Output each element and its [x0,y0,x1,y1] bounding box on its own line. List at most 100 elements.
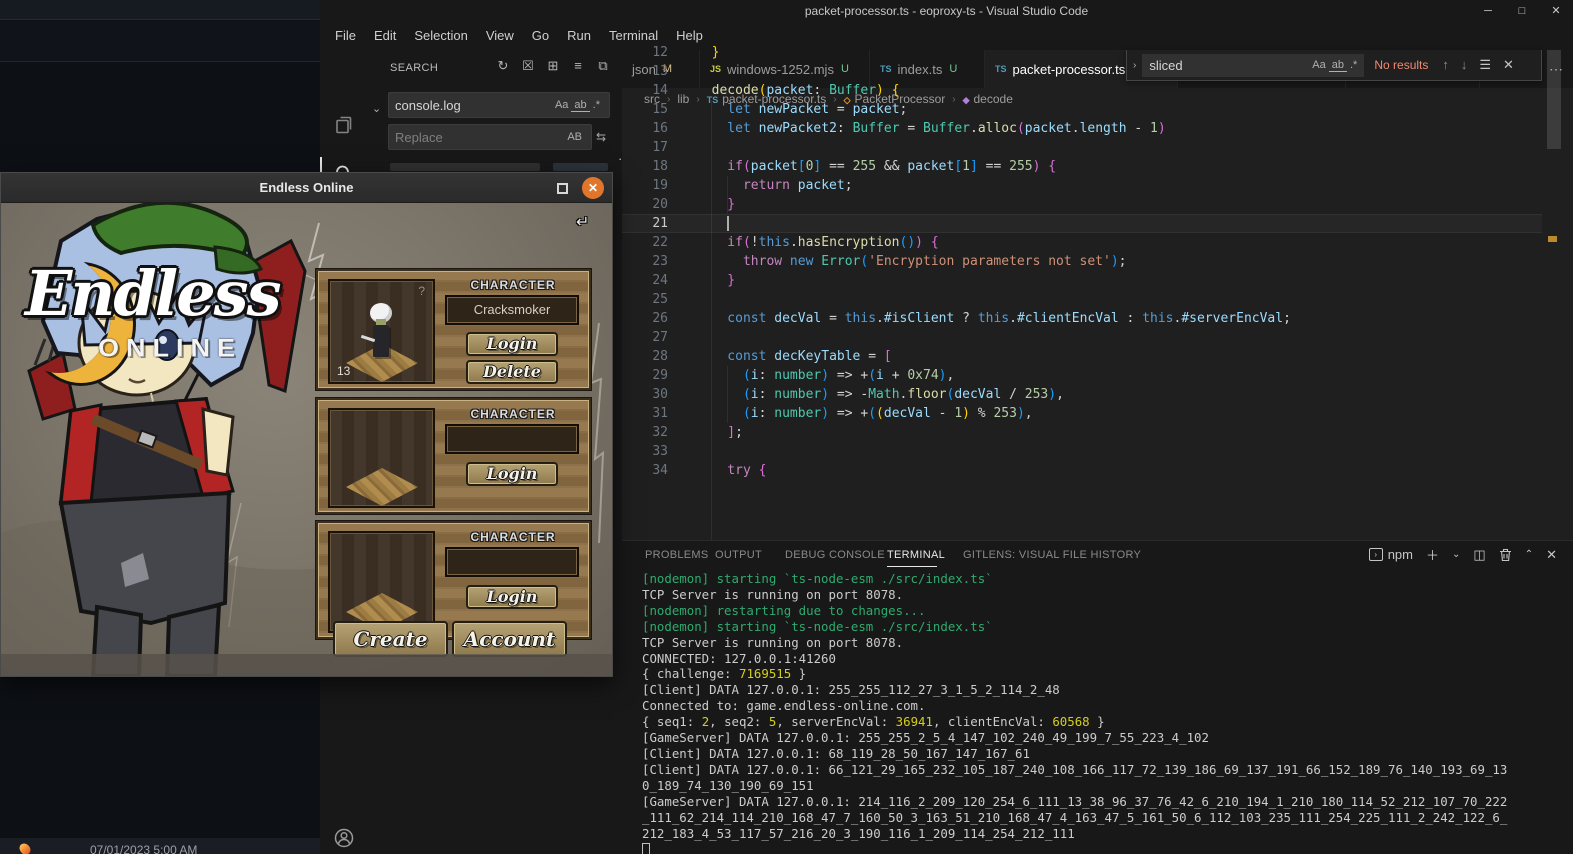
menu-view[interactable]: View [477,22,523,50]
token: packet [907,159,954,174]
token: packet [798,178,845,193]
token: i [751,406,759,421]
close-panel-icon[interactable]: ✕ [1546,547,1557,563]
terminal-line: [nodemon] starting `ts-node-esm ./src/in… [642,571,1510,587]
panel-tab-terminal[interactable]: TERMINAL [887,549,945,561]
menu-go[interactable]: Go [523,22,558,50]
token: ) [1158,121,1166,136]
code-line: 25 [622,290,1573,309]
code-text: ]; [696,423,743,442]
character-name-field[interactable]: Cracksmoker [445,295,579,325]
open-new-search-editor-icon[interactable]: ⊞ [544,58,562,74]
character-hint: ? [418,284,425,298]
maximize-button[interactable]: □ [1505,0,1539,22]
replace-all-icon[interactable]: ⇆ [596,130,606,144]
regex-toggle[interactable]: .* [590,99,603,111]
code-line: 29 (i: number) => +(i + 0x74), [622,366,1573,385]
scrollbar-thumb[interactable] [1547,110,1561,149]
token: . [876,311,884,326]
toggle-replace-chevron[interactable]: ⌄ [372,102,381,115]
replace-input[interactable]: Replace AB [388,124,592,150]
line-number: 27 [622,328,668,347]
game-titlebar[interactable]: Endless Online [1,173,612,203]
mouse-cursor: ↵ [576,212,589,232]
create-button[interactable]: Create [333,621,448,657]
maximize-panel-icon[interactable]: ⌃ [1525,549,1533,560]
terminal-text: TCP Server is running on port 8078. [642,635,903,650]
code-text: } [696,271,735,290]
token: ) [939,368,947,383]
token: hasEncryption [798,235,900,250]
token: 255 [1009,159,1032,174]
token: #isClient [884,311,954,326]
token: const [696,349,766,364]
delete-button[interactable]: Delete [466,360,558,384]
panel-tab-problems[interactable]: PROBLEMS [645,549,709,561]
token: ) [1111,254,1119,269]
game-maximize-button[interactable] [557,183,568,194]
titlebar[interactable]: packet-processor.ts - eoproxy-ts - Visua… [320,0,1573,22]
token: : [837,121,853,136]
match-case-toggle[interactable]: Aa [552,99,571,111]
token: => + [829,368,868,383]
clear-search-results-icon[interactable]: ☒ [519,58,537,74]
line-number: 23 [622,252,668,271]
character-name-field[interactable] [445,424,579,454]
token: , [947,368,955,383]
code-line: 16 let newPacket2: Buffer = Buffer.alloc… [622,119,1573,138]
code-line: 22 if(!this.hasEncryption()) { [622,233,1573,252]
token: floor [907,387,946,402]
token: i [751,387,759,402]
token: ) [821,406,829,421]
code-line: 20 } [622,195,1573,214]
minimize-button[interactable]: ─ [1471,0,1505,22]
character-name-field[interactable] [445,547,579,577]
game-client-area[interactable]: Endless ONLINE 13?CHARACTERCracksmokerLo… [1,203,612,676]
terminal-text: [Client] DATA 127.0.0.1: 255_255_112_27_… [642,682,1060,697]
code-line: 31 (i: number) => +((decVal - 1) % 253), [622,404,1573,423]
account-button[interactable]: Account [452,621,567,657]
launch-profile-chevron-icon[interactable]: ⌄ [1452,549,1460,560]
refresh-icon[interactable]: ↻ [494,58,512,74]
split-terminal-icon[interactable]: ◫ [1473,547,1485,563]
replace-placeholder: Replace [395,130,564,145]
token: ) [821,387,829,402]
token: == [978,159,1009,174]
game-bottom-shade [1,654,612,676]
panel-tab-output[interactable]: OUTPUT [715,549,762,561]
terminal-text: [Client] DATA 127.0.0.1: 68_119_28_50_16… [642,746,1030,761]
terminal-shell-picker[interactable]: › npm [1369,547,1413,562]
menu-run[interactable]: Run [558,22,600,50]
preserve-case-toggle[interactable]: AB [564,131,585,143]
new-terminal-icon[interactable]: ＋ [1426,545,1439,564]
game-close-button[interactable]: ✕ [582,177,604,199]
account-icon[interactable] [320,821,368,854]
terminal-output[interactable]: [nodemon] starting `ts-node-esm ./src/in… [642,571,1510,854]
menu-file[interactable]: File [326,22,365,50]
token: [ [884,349,892,364]
code-editor[interactable]: 12 }1314 decode(packet: Buffer) {15 let … [622,110,1573,540]
menu-edit[interactable]: Edit [365,22,405,50]
token: packet [853,110,900,117]
expand-all-icon[interactable]: ≡ [569,58,587,74]
code-text: if(!this.hasEncryption()) { [696,233,939,252]
collapse-all-icon[interactable]: ⧉ [594,58,612,74]
login-button[interactable]: Login [466,585,558,609]
menu-selection[interactable]: Selection [405,22,476,50]
kill-terminal-icon[interactable] [1499,548,1512,562]
token [751,463,759,478]
token: ) [821,368,829,383]
token: let [696,110,751,117]
line-number: 15 [622,110,668,119]
panel-tab-debug-console[interactable]: DEBUG CONSOLE [785,549,885,561]
login-button[interactable]: Login [466,462,558,486]
whole-word-toggle[interactable]: ab [571,99,589,112]
panel-tab-gitlens-visual-file-history[interactable]: GITLENS: VISUAL FILE HISTORY [963,549,1141,561]
close-button[interactable]: ✕ [1539,0,1573,22]
search-input[interactable]: console.log Aa ab .* [388,92,610,118]
login-button[interactable]: Login [466,332,558,356]
line-number: 28 [622,347,668,366]
explorer-icon[interactable] [320,108,368,142]
token [751,121,759,136]
editor-scrollbar[interactable] [1544,110,1564,480]
